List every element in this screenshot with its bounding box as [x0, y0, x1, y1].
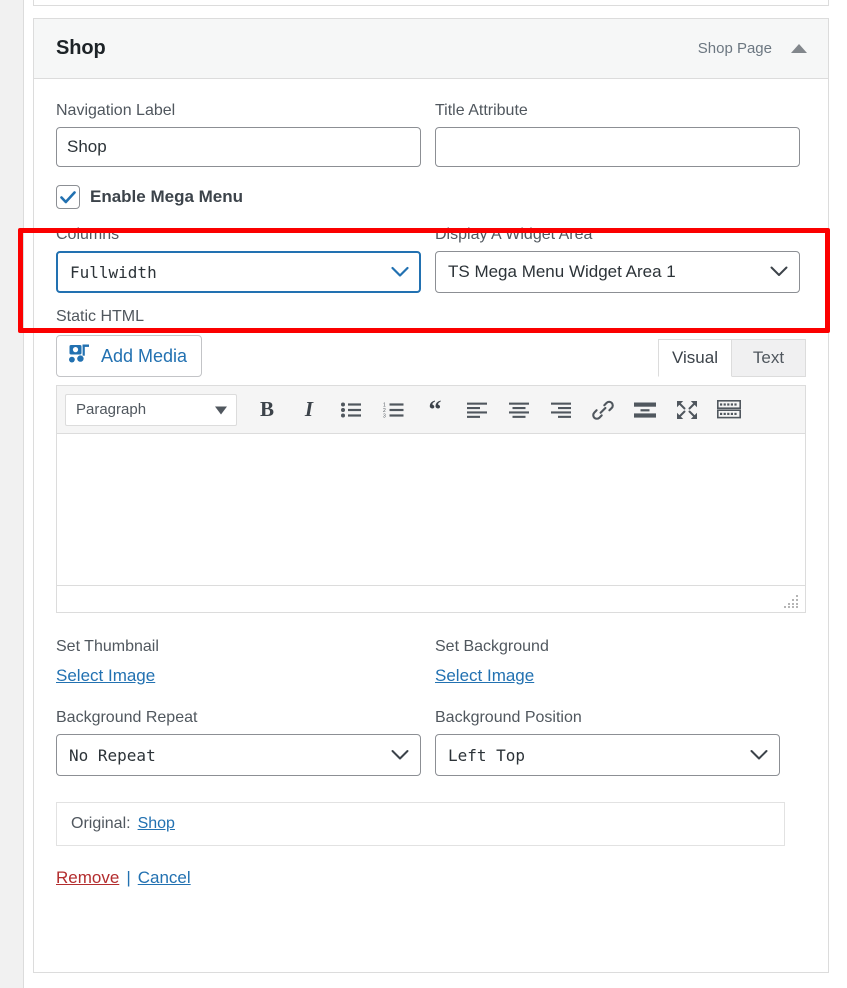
mega-menu-options-row: Columns Fullwidth Display A: [56, 225, 806, 293]
menu-editor-screen: Edit Shop Shop Page Navigation Label: [0, 0, 847, 988]
chevron-down-icon: [750, 746, 768, 765]
background-position-select-wrap: Left Top: [435, 734, 780, 776]
columns-caption: Columns: [56, 225, 421, 245]
svg-text:3: 3: [383, 413, 386, 417]
editor-content-area[interactable]: [57, 434, 805, 586]
columns-field: Columns Fullwidth: [56, 225, 421, 293]
bulleted-list-icon[interactable]: [331, 391, 371, 429]
tab-visual[interactable]: Visual: [658, 339, 732, 377]
enable-mega-menu-row[interactable]: Enable Mega Menu: [56, 185, 806, 209]
enable-mega-menu-checkbox[interactable]: [56, 185, 80, 209]
cancel-link[interactable]: Cancel: [138, 868, 191, 888]
title-attribute-caption: Title Attribute: [435, 101, 800, 121]
columns-select-value: Fullwidth: [70, 263, 157, 282]
navigation-label-caption: Navigation Label: [56, 101, 421, 121]
add-media-label: Add Media: [101, 346, 187, 367]
widget-area-select[interactable]: TS Mega Menu Widget Area 1: [435, 251, 800, 293]
set-background-field: Set Background Select Image: [435, 637, 800, 686]
editor-mode-tabs: Visual Text: [658, 339, 806, 377]
editor-statusbar: [57, 586, 805, 612]
editor-toolbar: Paragraph B I: [57, 386, 805, 434]
background-position-caption: Background Position: [435, 708, 780, 728]
actions-separator: |: [126, 868, 130, 888]
original-prefix: Original:: [71, 815, 131, 833]
background-options-row: Background Repeat No Repeat: [56, 708, 806, 776]
numbered-list-icon[interactable]: 1 2 3: [373, 391, 413, 429]
select-thumbnail-image-link[interactable]: Select Image: [56, 666, 155, 686]
chevron-up-icon[interactable]: [790, 40, 808, 58]
menu-item-title: Shop: [56, 37, 106, 60]
enable-mega-menu-label: Enable Mega Menu: [90, 187, 243, 207]
editor-top-row: Add Media Visual Text: [56, 335, 806, 385]
background-repeat-field: Background Repeat No Repeat: [56, 708, 421, 776]
image-pickers-row: Set Thumbnail Select Image Set Backgroun…: [56, 637, 806, 686]
bold-icon[interactable]: B: [247, 391, 287, 429]
menu-item-actions: Remove | Cancel: [56, 868, 806, 888]
title-attribute-input[interactable]: [435, 127, 800, 167]
insert-link-icon[interactable]: [583, 391, 623, 429]
columns-select[interactable]: Fullwidth: [56, 251, 421, 293]
navigation-label-field: Navigation Label: [56, 101, 421, 167]
background-position-select[interactable]: Left Top: [435, 734, 780, 776]
menu-item-panel-shop: Shop Shop Page Navigation Label Titl: [33, 18, 829, 973]
widget-area-select-value: TS Mega Menu Widget Area 1: [448, 262, 676, 282]
toolbar-toggle-icon[interactable]: [709, 391, 749, 429]
widget-area-field: Display A Widget Area TS Mega Menu Widge…: [435, 225, 800, 293]
checkmark-icon: [60, 191, 76, 204]
set-thumbnail-caption: Set Thumbnail: [56, 637, 435, 657]
set-background-caption: Set Background: [435, 637, 800, 657]
resize-grip-icon[interactable]: [784, 593, 800, 609]
widget-area-select-wrap: TS Mega Menu Widget Area 1: [435, 251, 800, 293]
widget-area-caption: Display A Widget Area: [435, 225, 800, 245]
adjacent-menu-item-above[interactable]: Edit: [33, 0, 829, 6]
align-left-icon[interactable]: [457, 391, 497, 429]
menu-item-settings: Navigation Label Title Attribute Enable …: [34, 79, 828, 888]
set-thumbnail-field: Set Thumbnail Select Image: [56, 637, 435, 686]
tab-text[interactable]: Text: [732, 339, 806, 377]
paragraph-style-value: Paragraph: [76, 401, 146, 418]
background-repeat-select[interactable]: No Repeat: [56, 734, 421, 776]
chevron-down-icon: [391, 746, 409, 765]
fullscreen-icon[interactable]: [667, 391, 707, 429]
align-right-icon[interactable]: [541, 391, 581, 429]
menu-item-header[interactable]: Shop Shop Page: [34, 19, 828, 79]
add-media-icon: [69, 344, 91, 369]
tinymce-editor: Paragraph B I: [56, 385, 806, 613]
background-position-field: Background Position Left Top: [435, 708, 780, 776]
original-link[interactable]: Shop: [138, 815, 175, 833]
static-html-section: Static HTML: [56, 307, 806, 613]
paragraph-style-select[interactable]: Paragraph: [65, 394, 237, 426]
original-row: Original: Shop: [56, 802, 785, 846]
static-html-caption: Static HTML: [56, 308, 144, 325]
columns-select-wrap: Fullwidth: [56, 251, 421, 293]
chevron-down-icon: [770, 262, 788, 282]
labels-row: Navigation Label Title Attribute: [56, 101, 806, 167]
align-center-icon[interactable]: [499, 391, 539, 429]
page-gutter: [0, 0, 23, 988]
add-media-button[interactable]: Add Media: [56, 335, 202, 377]
background-repeat-caption: Background Repeat: [56, 708, 421, 728]
menu-item-type-label: Shop Page: [698, 40, 772, 57]
title-attribute-field: Title Attribute: [435, 101, 800, 167]
remove-link[interactable]: Remove: [56, 868, 119, 888]
blockquote-icon[interactable]: “: [415, 391, 455, 429]
navigation-label-input[interactable]: [56, 127, 421, 167]
read-more-icon[interactable]: [625, 391, 665, 429]
triangle-down-icon: [215, 401, 227, 418]
menu-item-header-right: Shop Page: [698, 40, 808, 58]
background-position-value: Left Top: [448, 746, 525, 765]
background-repeat-select-wrap: No Repeat: [56, 734, 421, 776]
chevron-down-icon: [391, 263, 409, 282]
background-repeat-value: No Repeat: [69, 746, 156, 765]
italic-icon[interactable]: I: [289, 391, 329, 429]
select-background-image-link[interactable]: Select Image: [435, 666, 534, 686]
